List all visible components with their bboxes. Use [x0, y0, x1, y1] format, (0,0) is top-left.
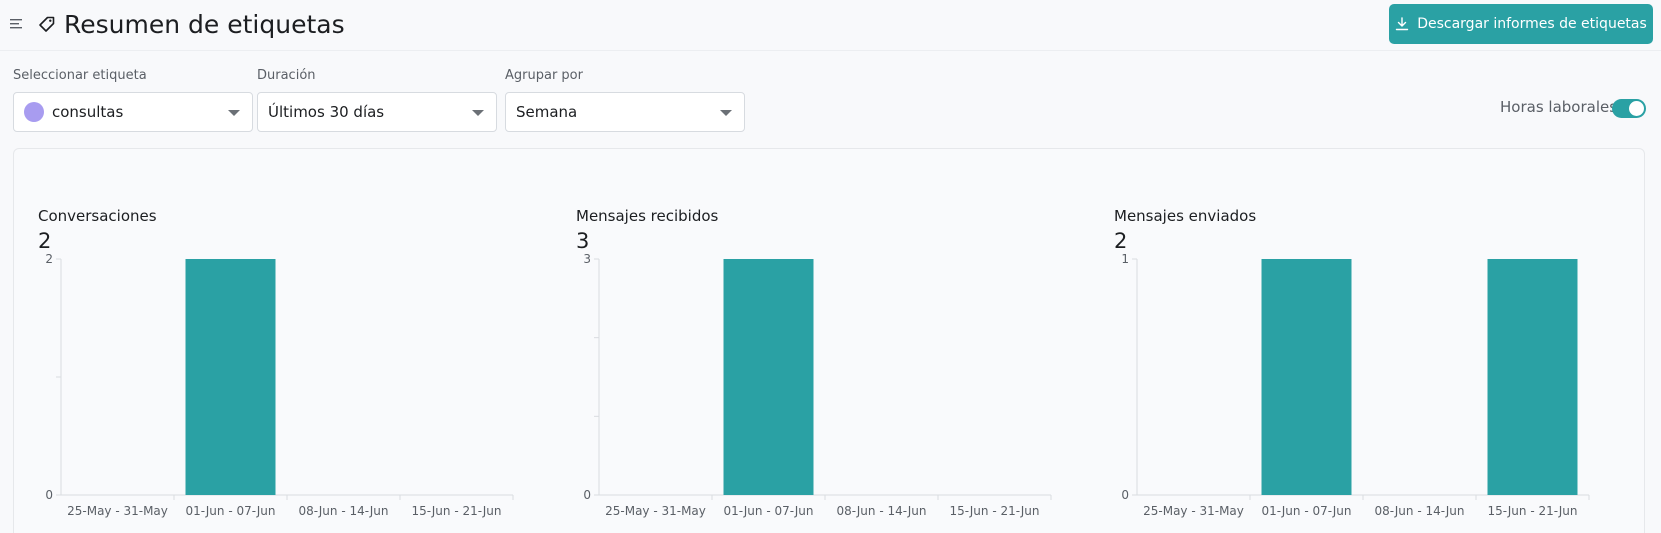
y-tick-label: 3: [583, 252, 591, 266]
label-filter-title: Seleccionar etiqueta: [13, 68, 147, 83]
bar: [1261, 259, 1352, 495]
page-title: Resumen de etiquetas: [64, 10, 345, 39]
x-tick-label: 01-Jun - 07-Jun: [1262, 504, 1352, 518]
duration-filter-title: Duración: [257, 68, 316, 83]
duration-select-value: Últimos 30 días: [268, 103, 385, 121]
metric-conversations: Conversaciones 2 0 2 25-May - 31-May 01-Jun…: [38, 179, 558, 533]
x-tick-label: 15-Jun - 21-Jun: [950, 504, 1040, 518]
label-select-value: consultas: [52, 103, 124, 121]
metric-value: 2: [38, 229, 52, 253]
group-by-select-value: Semana: [516, 103, 578, 121]
download-reports-label: Descargar informes de etiquetas: [1417, 16, 1647, 32]
metric-value: 2: [1114, 229, 1128, 253]
group-by-filter-title: Agrupar por: [505, 68, 583, 83]
group-by-select[interactable]: Semana: [505, 92, 745, 132]
bar: [185, 259, 276, 495]
bar: [723, 259, 814, 495]
conversations-chart: 0 2 25-May - 31-May 01-Jun - 07-Jun 08-Jun -…: [45, 252, 514, 518]
x-tick-label: 25-May - 31-May: [67, 504, 168, 518]
metric-title: Mensajes enviados: [1114, 207, 1257, 225]
chevron-down-icon: [228, 110, 240, 116]
x-tick-label: 25-May - 31-May: [605, 504, 706, 518]
x-tick-label: 25-May - 31-May: [1143, 504, 1244, 518]
metric-title: Mensajes recibidos: [576, 207, 719, 225]
label-color-dot: [24, 102, 44, 122]
business-hours-label: Horas laborales: [1500, 98, 1618, 116]
x-tick-label: 15-Jun - 21-Jun: [1488, 504, 1578, 518]
x-tick-label: 01-Jun - 07-Jun: [186, 504, 276, 518]
x-tick-label: 08-Jun - 14-Jun: [1375, 504, 1465, 518]
business-hours-toggle[interactable]: [1612, 99, 1646, 118]
x-tick-label: 15-Jun - 21-Jun: [412, 504, 502, 518]
metric-messages-sent: Mensajes enviados 2 0 1 25-May - 31-May 01-…: [1114, 179, 1634, 533]
chevron-down-icon: [472, 110, 484, 116]
messages-sent-chart: 0 1 25-May - 31-May 01-Jun - 07-Jun 08-Jun -…: [1121, 252, 1590, 518]
messages-received-chart: 0 3 25-May - 31-May 01-Jun - 07-Jun 08-Jun -…: [583, 252, 1052, 518]
label-select[interactable]: consultas: [13, 92, 253, 132]
y-tick-label: 0: [1121, 488, 1129, 502]
x-tick-label: 08-Jun - 14-Jun: [299, 504, 389, 518]
metric-messages-received: Mensajes recibidos 3 0 3 25-May - 31-May 01…: [576, 179, 1096, 533]
y-tick-label: 2: [45, 252, 53, 266]
download-icon: [1396, 17, 1409, 31]
download-reports-button[interactable]: Descargar informes de etiquetas: [1389, 4, 1653, 44]
page-header: Resumen de etiquetas Descargar informes …: [0, 0, 1661, 51]
y-tick-label: 0: [45, 488, 53, 502]
duration-select[interactable]: Últimos 30 días: [257, 92, 497, 132]
bar: [1487, 259, 1578, 495]
tag-icon: [39, 16, 55, 32]
metric-title: Conversaciones: [38, 207, 157, 225]
y-tick-label: 0: [583, 488, 591, 502]
x-tick-label: 08-Jun - 14-Jun: [837, 504, 927, 518]
toggle-knob: [1629, 101, 1644, 116]
metric-value: 3: [576, 229, 590, 253]
y-tick-label: 1: [1121, 252, 1129, 266]
x-tick-label: 01-Jun - 07-Jun: [724, 504, 814, 518]
chevron-down-icon: [720, 110, 732, 116]
menu-icon[interactable]: [10, 18, 24, 30]
metrics-card: Conversaciones 2 0 2 25-May - 31-May 01-Jun…: [13, 148, 1645, 533]
